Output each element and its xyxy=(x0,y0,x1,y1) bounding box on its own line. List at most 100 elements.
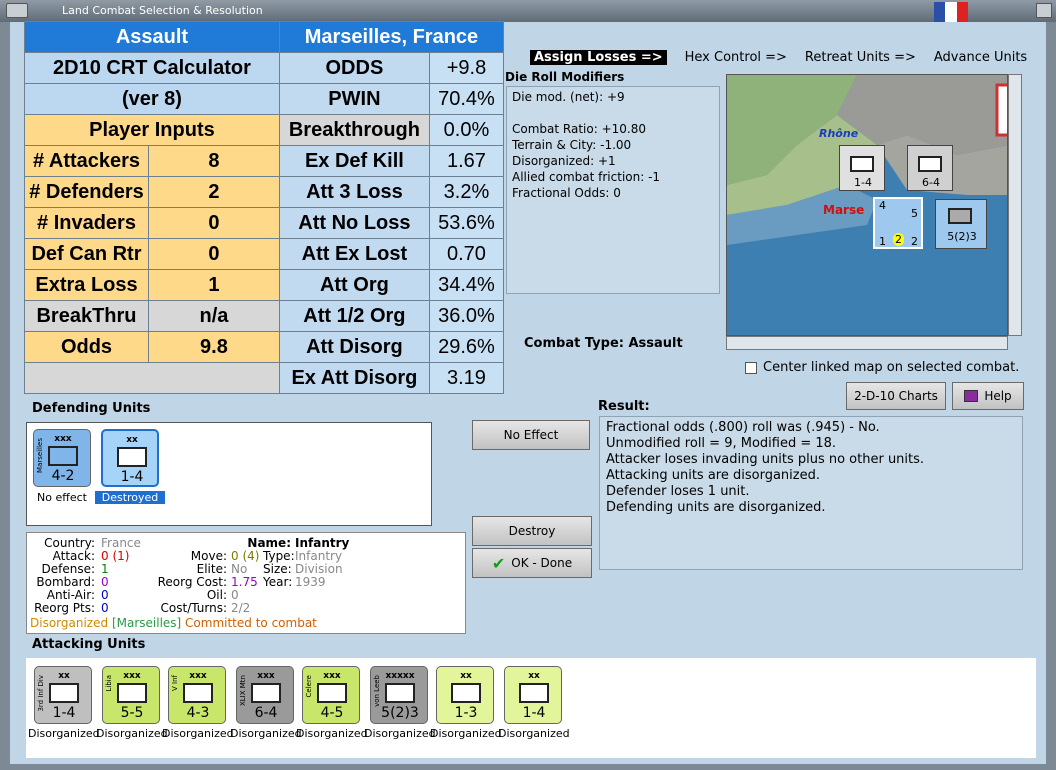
calc-r-label: Att Disorg xyxy=(278,331,430,363)
unit-status: Disorganized xyxy=(230,727,302,740)
calc-r-label: PWIN xyxy=(278,83,430,115)
linked-map[interactable]: Rhône Marse 1-4 6-4 4 5 1 2 2 5(2)3 xyxy=(726,74,1008,336)
calc-l-label: Def Can Rtr xyxy=(24,238,149,270)
defending-unit[interactable]: xxx Marseilles 4-2 xyxy=(33,429,91,487)
unit-name: Celere xyxy=(305,675,313,698)
calc-version: (ver 8) xyxy=(24,83,280,115)
calc-r-label: Att 3 Loss xyxy=(278,176,430,208)
unit-name: V Inf xyxy=(171,675,179,691)
map-unit-counter[interactable]: 5(2)3 xyxy=(935,199,987,249)
unit-strength: 5-5 xyxy=(120,705,144,721)
center-map-checkbox-row[interactable]: Center linked map on selected combat. xyxy=(745,360,1019,375)
calc-r-label: Att Org xyxy=(278,269,430,301)
calc-l-label: # Invaders xyxy=(24,207,149,239)
map-unit-strength: 6-4 xyxy=(922,176,940,189)
calc-l-value[interactable]: 2 xyxy=(148,176,280,208)
attacking-unit[interactable]: xxx Celere 4-5 xyxy=(302,666,360,724)
unit-status: Disorganized xyxy=(364,727,436,740)
calc-l-value: n/a xyxy=(148,300,280,332)
calc-r-value: 53.6% xyxy=(428,207,505,239)
ok-label: OK - Done xyxy=(511,556,573,570)
unit-symbol-icon xyxy=(519,683,549,703)
defending-unit-selected[interactable]: xx 1-4 xyxy=(101,429,159,487)
unit-strength: 4-3 xyxy=(186,705,210,721)
center-map-checkbox[interactable] xyxy=(745,361,757,374)
drm-title: Die Roll Modifiers xyxy=(505,70,625,84)
drm-line: Fractional Odds: 0 xyxy=(512,186,621,200)
destroy-button[interactable]: Destroy xyxy=(472,516,592,546)
unit-symbol-icon xyxy=(451,683,481,703)
unit-strength: 4-2 xyxy=(51,468,75,484)
result-line: Attacking units are disorganized. xyxy=(606,468,820,483)
attacking-unit[interactable]: xxx V Inf 4-3 xyxy=(168,666,226,724)
attacking-units-list: xx 3rd Inf Div 1-4 Disorganized xxx Libia 5-5 D… xyxy=(26,658,1036,758)
calc-l-value[interactable]: 0 xyxy=(148,207,280,239)
calc-r-value: 36.0% xyxy=(428,300,505,332)
map-vertical-scrollbar[interactable] xyxy=(1008,74,1022,336)
info-value: 2/2 xyxy=(231,601,251,615)
calc-empty-cell xyxy=(24,362,280,394)
system-menu-button[interactable] xyxy=(6,3,28,18)
tab-advance-units[interactable]: Advance Units xyxy=(934,50,1027,65)
ok-done-button[interactable]: ✔ OK - Done xyxy=(472,548,592,578)
status-location: [Marseilles] xyxy=(111,616,182,630)
tab-assign-losses[interactable]: Assign Losses => xyxy=(530,50,667,65)
unit-size: xx xyxy=(460,671,472,681)
unit-status: Disorganized xyxy=(430,727,502,740)
map-stack-number: 4 xyxy=(879,199,886,212)
calc-r-label: Att No Loss xyxy=(278,207,430,239)
attacking-unit[interactable]: xxxxx von Leeb 5(2)3 xyxy=(370,666,428,724)
attacking-unit[interactable]: xx 3rd Inf Div 1-4 xyxy=(34,666,92,724)
calc-title: 2D10 CRT Calculator xyxy=(24,52,280,84)
unit-strength: 1-4 xyxy=(522,705,546,721)
tab-retreat-units[interactable]: Retreat Units => xyxy=(805,50,916,65)
map-horizontal-scrollbar[interactable] xyxy=(726,336,1008,350)
attacking-unit[interactable]: xx 1-4 xyxy=(504,666,562,724)
infantry-symbol-icon xyxy=(918,156,942,172)
help-button[interactable]: Help xyxy=(952,382,1024,410)
attacking-unit[interactable]: xxx XLIX Mtn 6-4 xyxy=(236,666,294,724)
map-unit-strength: 5(2)3 xyxy=(947,230,977,243)
calc-l-value[interactable]: 8 xyxy=(148,145,280,177)
calc-r-value: 3.2% xyxy=(428,176,505,208)
unit-size: xx xyxy=(528,671,540,681)
close-button[interactable] xyxy=(1036,3,1052,18)
unit-strength: 5(2)3 xyxy=(381,705,419,721)
book-icon xyxy=(964,390,979,402)
calc-l-value[interactable]: 0 xyxy=(148,238,280,270)
info-label: Year: xyxy=(263,575,293,589)
tab-hex-control[interactable]: Hex Control => xyxy=(685,50,787,65)
calc-r-value: 0.70 xyxy=(428,238,505,270)
map-selected-hex-stack[interactable]: 4 5 1 2 2 xyxy=(873,197,923,249)
unit-name: Libia xyxy=(105,675,113,692)
calc-l-value: 9.8 xyxy=(148,331,280,363)
attacking-unit[interactable]: xxx Libia 5-5 xyxy=(102,666,160,724)
unit-status: Disorganized xyxy=(28,727,100,740)
map-stack-value: 1 xyxy=(879,235,886,248)
attacking-unit[interactable]: xx 1-3 xyxy=(436,666,494,724)
map-stack-value: 2 xyxy=(893,233,904,246)
unit-strength: 4-5 xyxy=(320,705,344,721)
crt-calculator-table: Assault Marseilles, France 2D10 CRT Calc… xyxy=(24,21,505,394)
map-unit-counter[interactable]: 6-4 xyxy=(907,145,953,191)
result-line: Attacker loses invading units plus no ot… xyxy=(606,452,925,467)
calc-l-label: # Defenders xyxy=(24,176,149,208)
france-flag-icon xyxy=(934,2,968,22)
unit-symbol-icon xyxy=(49,683,79,703)
calc-l-value[interactable]: 1 xyxy=(148,269,280,301)
calc-l-label: BreakThru xyxy=(24,300,149,332)
help-label: Help xyxy=(984,389,1012,403)
calc-r-value: 1.67 xyxy=(428,145,505,177)
no-effect-button[interactable]: No Effect xyxy=(472,420,590,450)
calc-r-label: Breakthrough xyxy=(278,114,430,146)
charts-button[interactable]: 2-D-10 Charts xyxy=(846,382,946,410)
status-committed: Committed to combat xyxy=(185,616,317,630)
unit-size: xx xyxy=(126,435,138,445)
calc-r-value: 0.0% xyxy=(428,114,505,146)
map-unit-counter[interactable]: 1-4 xyxy=(839,145,885,191)
attacking-units-title: Attacking Units xyxy=(32,637,146,652)
center-map-label: Center linked map on selected combat. xyxy=(763,360,1020,375)
calc-r-value: 34.4% xyxy=(428,269,505,301)
defending-units-list: xxx Marseilles 4-2 No effect xx 1-4 Dest… xyxy=(26,422,432,526)
unit-strength: 6-4 xyxy=(254,705,278,721)
